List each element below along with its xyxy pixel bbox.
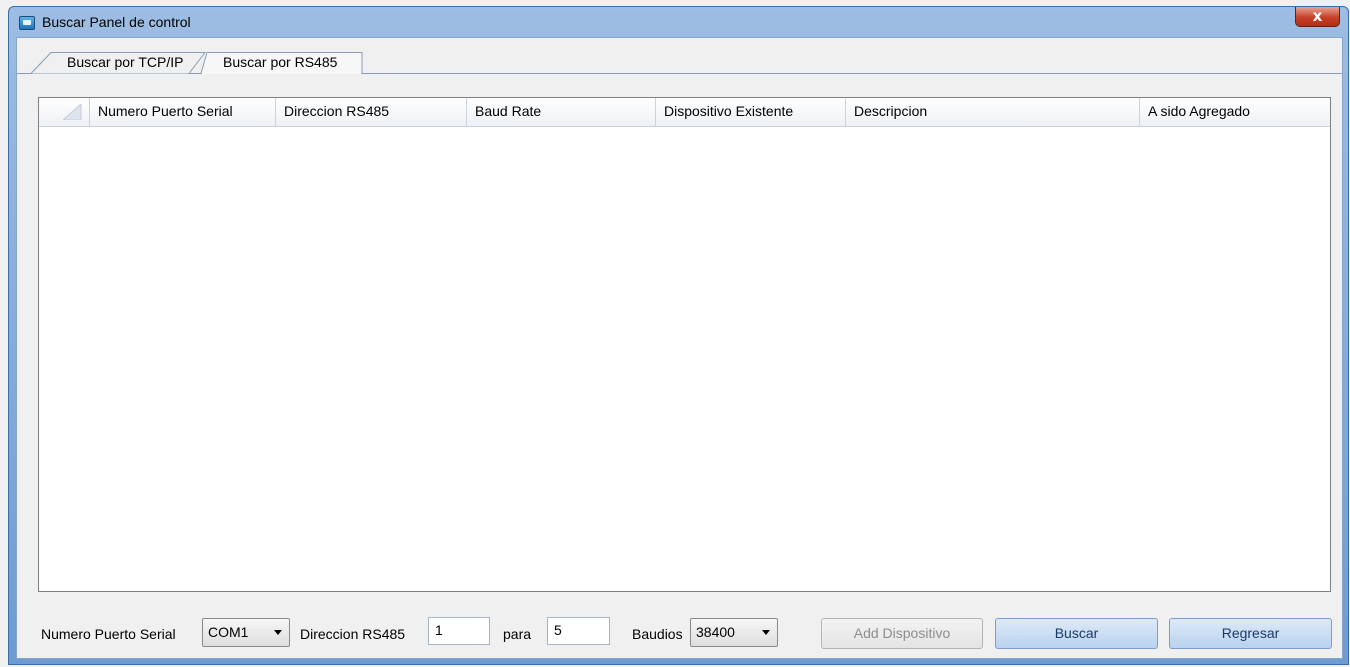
window-title: Buscar Panel de control	[42, 14, 191, 30]
serial-port-value: COM1	[208, 624, 249, 640]
column-header-rs485-address[interactable]: Direccion RS485	[276, 98, 467, 126]
column-header-serial-port[interactable]: Numero Puerto Serial	[90, 98, 276, 126]
results-table[interactable]: Numero Puerto Serial Direccion RS485 Bau…	[38, 97, 1331, 592]
app-icon	[19, 16, 35, 30]
add-device-button[interactable]: Add Dispositivo	[821, 618, 983, 649]
chevron-down-icon	[762, 630, 770, 635]
tab-tcp-ip[interactable]: Buscar por TCP/IP	[67, 54, 183, 70]
column-header-existing-device[interactable]: Dispositivo Existente	[656, 98, 846, 126]
para-label: para	[503, 626, 532, 642]
baud-value: 38400	[696, 624, 735, 640]
select-all-corner[interactable]	[39, 98, 90, 126]
rs485-address-label: Direccion RS485	[300, 626, 406, 642]
serial-port-label: Numero Puerto Serial	[41, 626, 176, 642]
rs485-from-input[interactable]: 1	[428, 617, 490, 645]
title-bar[interactable]: Buscar Panel de control x	[9, 7, 1348, 37]
back-button[interactable]: Regresar	[1169, 618, 1332, 649]
corner-triangle-icon	[63, 104, 82, 120]
table-header: Numero Puerto Serial Direccion RS485 Bau…	[39, 98, 1330, 127]
column-header-baud-rate[interactable]: Baud Rate	[467, 98, 656, 126]
baud-label: Baudios	[632, 626, 683, 642]
serial-port-select[interactable]: COM1	[202, 618, 290, 647]
rs485-to-input[interactable]: 5	[547, 617, 610, 645]
tab-rs485[interactable]: Buscar por RS485	[223, 54, 337, 70]
chevron-down-icon	[274, 630, 282, 635]
column-header-added[interactable]: A sido Agregado	[1140, 98, 1330, 126]
column-header-description[interactable]: Descripcion	[846, 98, 1140, 126]
close-button[interactable]: x	[1295, 7, 1340, 27]
search-button[interactable]: Buscar	[995, 618, 1158, 649]
tab-outline	[17, 52, 1342, 74]
dialog-content: Buscar por TCP/IP Buscar por RS485 Numer…	[16, 37, 1343, 659]
baud-select[interactable]: 38400	[690, 618, 778, 647]
search-controls: Numero Puerto Serial COM1 Direccion RS48…	[17, 604, 1342, 649]
tab-strip: Buscar por TCP/IP Buscar por RS485	[17, 38, 1342, 74]
dialog-window: Buscar Panel de control x Buscar por TCP…	[8, 6, 1349, 665]
